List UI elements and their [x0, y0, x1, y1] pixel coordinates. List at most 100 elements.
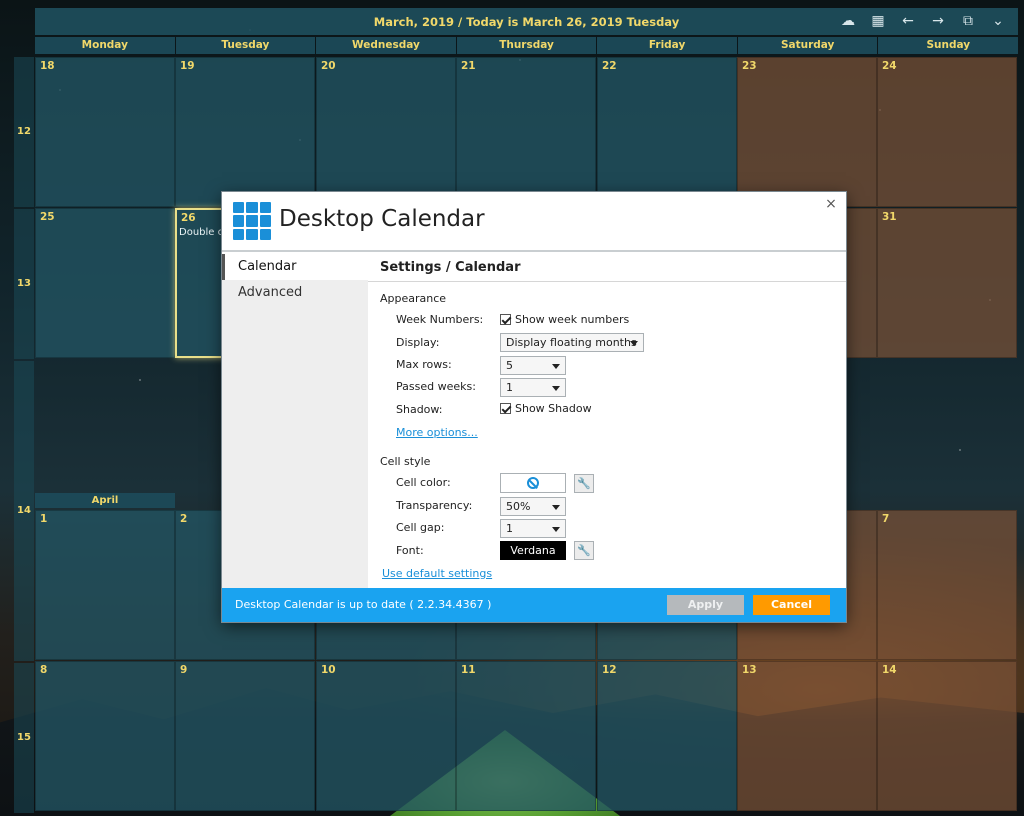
cancel-button[interactable]: Cancel	[753, 595, 830, 615]
day-number: 23	[742, 60, 757, 72]
weekday-monday: Monday	[35, 37, 175, 54]
weekday-wednesday: Wednesday	[316, 37, 456, 54]
max-rows-label: Max rows:	[396, 358, 452, 371]
shadow-checkbox-label: Show Shadow	[515, 402, 592, 415]
use-default-settings-link[interactable]: Use default settings	[382, 567, 492, 580]
week-number: 14	[14, 361, 34, 661]
font-button[interactable]: Verdana	[500, 541, 566, 560]
sidebar-item-calendar[interactable]: Calendar	[222, 254, 368, 280]
day-cell[interactable]: 22	[597, 57, 737, 207]
transparency-select[interactable]: 50%	[500, 497, 566, 516]
month-label: April	[35, 493, 175, 508]
day-number: 9	[180, 664, 188, 676]
day-cell[interactable]: 25	[35, 208, 175, 358]
day-number: 20	[321, 60, 336, 72]
display-select[interactable]: Display floating months	[500, 333, 644, 352]
cell-color-swatch[interactable]	[500, 473, 566, 493]
day-number: 26	[181, 212, 196, 224]
day-cell[interactable]: 12	[597, 661, 737, 811]
breadcrumb-divider	[368, 281, 846, 282]
display-icon[interactable]: ⧉	[958, 12, 978, 30]
weekday-thursday: Thursday	[456, 37, 597, 54]
font-label: Font:	[396, 544, 424, 557]
arrow-left-icon[interactable]: ←	[898, 12, 918, 30]
dialog-title: Desktop Calendar	[279, 206, 485, 232]
day-number: 22	[602, 60, 617, 72]
day-cell[interactable]: 11	[456, 661, 596, 811]
update-status: Desktop Calendar is up to date ( 2.2.34.…	[235, 598, 492, 611]
day-cell[interactable]: 19	[175, 57, 315, 207]
day-cell[interactable]: 20	[316, 57, 456, 207]
day-number: 7	[882, 513, 890, 525]
day-cell[interactable]: 24	[877, 57, 1017, 207]
calendar-title: March, 2019 / Today is March 26, 2019 Tu…	[373, 14, 680, 29]
day-number: 1	[40, 513, 48, 525]
day-cell[interactable]: 31	[877, 208, 1017, 358]
calendar-icon[interactable]: ▦	[868, 12, 888, 30]
today-note: Double c	[179, 227, 224, 238]
weekday-sunday: Sunday	[878, 37, 1019, 54]
checkbox-checked-icon	[500, 403, 511, 414]
cell-color-wrench-icon[interactable]: 🔧	[574, 474, 594, 493]
sidebar-item-advanced[interactable]: Advanced	[222, 280, 368, 306]
display-label: Display:	[396, 336, 440, 349]
cell-color-label: Cell color:	[396, 476, 451, 489]
chevron-down-icon[interactable]: ⌄	[988, 12, 1008, 30]
day-number: 10	[321, 664, 336, 676]
calendar-logo-icon	[233, 202, 271, 240]
checkbox-checked-icon	[500, 314, 511, 325]
passed-weeks-label: Passed weeks:	[396, 380, 476, 393]
day-cell[interactable]: 9	[175, 661, 315, 811]
shadow-checkbox[interactable]: Show Shadow	[500, 402, 592, 415]
cell-gap-select[interactable]: 1	[500, 519, 566, 538]
week-numbers-checkbox[interactable]: Show week numbers	[500, 313, 629, 326]
settings-sidebar: Calendar Advanced	[222, 254, 368, 588]
weekday-saturday: Saturday	[737, 37, 878, 54]
header-tools: ☁ ▦ ← → ⧉ ⌄	[838, 12, 1008, 30]
day-cell[interactable]: 23	[737, 57, 877, 207]
apply-button[interactable]: Apply	[667, 595, 744, 615]
breadcrumb: Settings / Calendar	[380, 260, 521, 275]
dialog-header: Desktop Calendar ×	[222, 192, 846, 252]
settings-content: Settings / Calendar Appearance Week Numb…	[368, 254, 846, 588]
weekday-header: Monday Tuesday Wednesday Thursday Friday…	[35, 37, 1019, 54]
arrow-right-icon[interactable]: →	[928, 12, 948, 30]
cloud-icon[interactable]: ☁	[838, 12, 858, 30]
day-cell[interactable]: 13	[737, 661, 877, 811]
week-number: 15	[14, 663, 34, 813]
calendar-header: March, 2019 / Today is March 26, 2019 Tu…	[35, 8, 1018, 35]
day-number: 31	[882, 211, 897, 223]
day-number: 21	[461, 60, 476, 72]
day-number: 13	[742, 664, 757, 676]
day-number: 25	[40, 211, 55, 223]
cell-style-heading: Cell style	[380, 455, 431, 468]
dialog-footer: Desktop Calendar is up to date ( 2.2.34.…	[222, 588, 846, 622]
font-wrench-icon[interactable]: 🔧	[574, 541, 594, 560]
day-number: 11	[461, 664, 476, 676]
day-cell[interactable]: 8	[35, 661, 175, 811]
cell-gap-label: Cell gap:	[396, 521, 445, 534]
day-cell[interactable]: 7	[877, 510, 1017, 660]
appearance-heading: Appearance	[380, 292, 447, 305]
max-rows-select[interactable]: 5	[500, 356, 566, 375]
day-number: 2	[180, 513, 188, 525]
day-cell[interactable]: 10	[316, 661, 456, 811]
day-cell[interactable]: 1	[35, 510, 175, 660]
day-number: 24	[882, 60, 897, 72]
no-color-icon	[527, 477, 539, 489]
passed-weeks-select[interactable]: 1	[500, 378, 566, 397]
day-cell[interactable]: 18	[35, 57, 175, 207]
settings-dialog: Desktop Calendar × Calendar Advanced Set…	[222, 192, 846, 622]
day-number: 8	[40, 664, 48, 676]
day-cell[interactable]: 14	[877, 661, 1017, 811]
week-number: 13	[14, 209, 34, 359]
more-options-link[interactable]: More options...	[396, 426, 478, 439]
weekday-friday: Friday	[597, 37, 737, 54]
day-cell[interactable]: 21	[456, 57, 596, 207]
day-number: 18	[40, 60, 55, 72]
day-number: 19	[180, 60, 195, 72]
close-icon[interactable]: ×	[824, 196, 838, 212]
week-numbers-label: Week Numbers:	[396, 313, 484, 326]
day-number: 12	[602, 664, 617, 676]
week-number: 12	[14, 57, 34, 207]
